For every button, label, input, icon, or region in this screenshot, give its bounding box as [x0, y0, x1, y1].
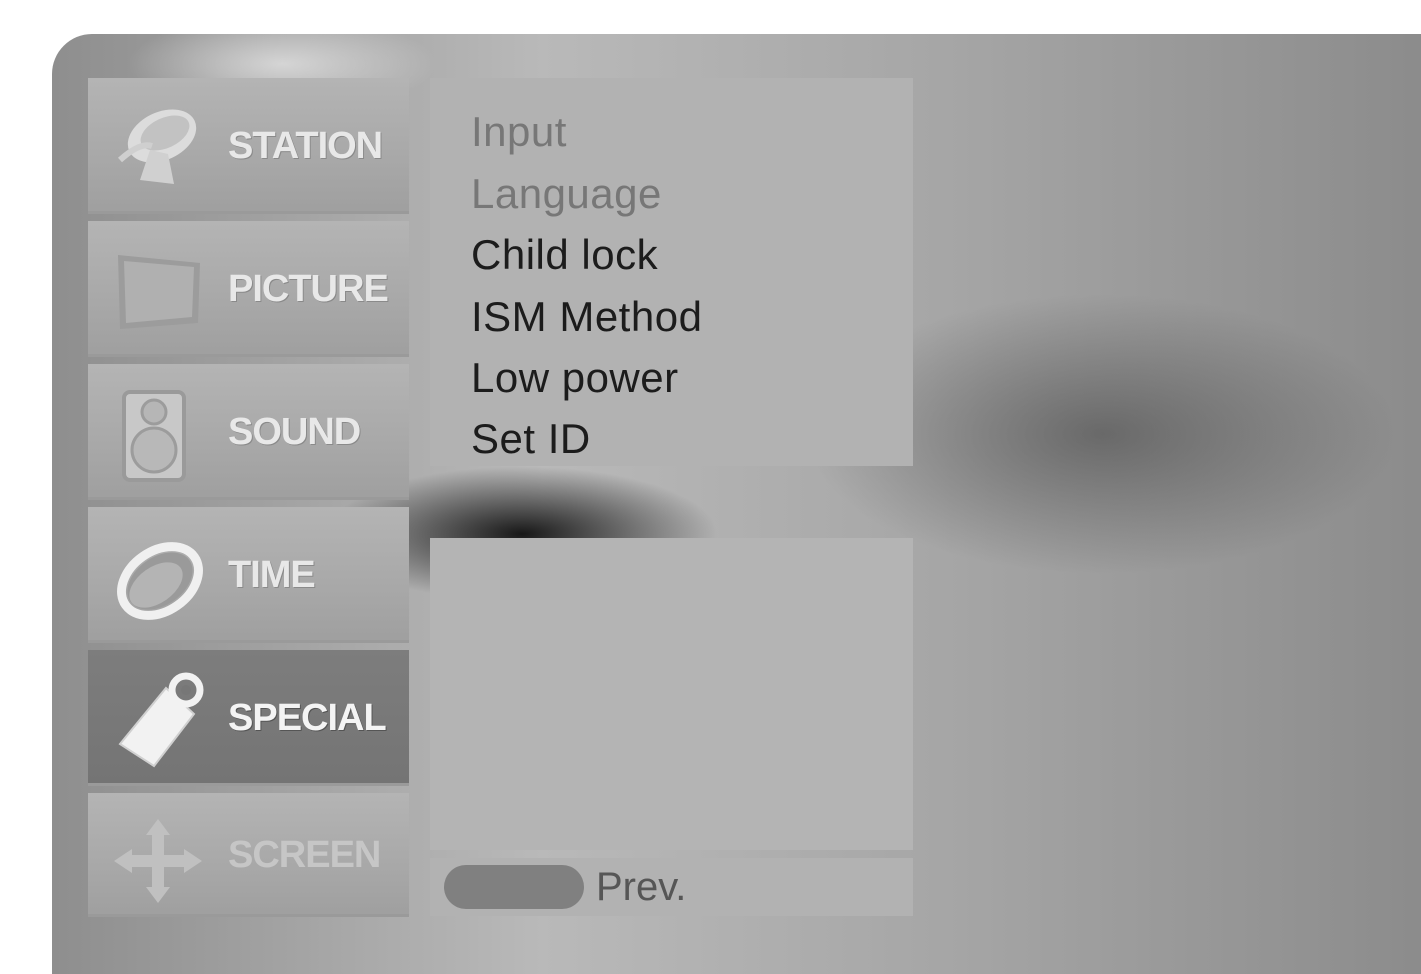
menu-item-sound[interactable]: SOUND	[88, 364, 409, 500]
menu-item-special[interactable]: SPECIAL	[88, 650, 409, 786]
submenu-item-set-id[interactable]: Set ID	[471, 415, 591, 463]
tag-icon	[110, 672, 206, 768]
description-panel	[430, 538, 913, 850]
clock-icon	[110, 531, 206, 620]
submenu-item-ism-method[interactable]: ISM Method	[471, 293, 702, 341]
submenu-item-input: Input	[471, 108, 567, 155]
menu-item-label: SOUND	[228, 411, 361, 453]
special-submenu: Input Language Child lock ISM Method Low…	[430, 78, 913, 466]
arrows-cross-icon	[110, 817, 206, 905]
menu-item-screen[interactable]: SCREEN	[88, 793, 409, 917]
speaker-icon	[110, 388, 206, 482]
prev-button-icon[interactable]	[444, 865, 584, 909]
satellite-dish-icon	[110, 102, 206, 190]
menu-item-label: STATION	[228, 125, 383, 167]
prev-label: Prev.	[596, 865, 687, 909]
menu-item-label: PICTURE	[228, 268, 389, 310]
menu-item-label: SCREEN	[228, 834, 381, 876]
submenu-item-low-power[interactable]: Low power	[471, 354, 679, 402]
submenu-item-language: Language	[471, 170, 662, 217]
picture-screen-icon	[110, 245, 206, 333]
footer-bar: Prev.	[430, 858, 913, 916]
menu-item-time[interactable]: TIME	[88, 507, 409, 643]
submenu-item-child-lock[interactable]: Child lock	[471, 231, 658, 279]
menu-item-label: SPECIAL	[228, 697, 387, 739]
menu-item-label: TIME	[228, 554, 316, 596]
menu-item-picture[interactable]: PICTURE	[88, 221, 409, 357]
menu-item-station[interactable]: STATION	[88, 78, 409, 214]
